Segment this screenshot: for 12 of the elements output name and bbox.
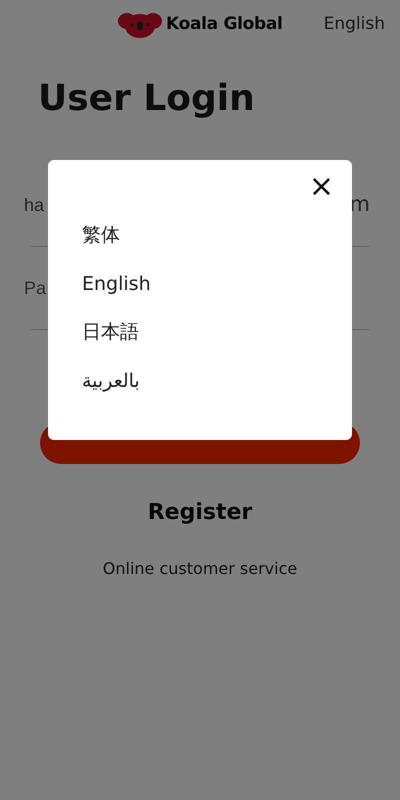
- language-link[interactable]: English: [324, 12, 385, 38]
- language-option[interactable]: 日本語: [82, 319, 139, 345]
- language-option[interactable]: بالعربية: [82, 368, 140, 394]
- language-option[interactable]: 繁体: [82, 222, 120, 248]
- brand-name: Koala Global: [166, 13, 283, 36]
- close-button[interactable]: ×: [306, 172, 336, 202]
- customer-service-link[interactable]: Online customer service: [102, 559, 298, 578]
- page-title: User Login: [38, 77, 256, 121]
- koala-logo-icon: [118, 12, 162, 38]
- register-link[interactable]: Register: [148, 500, 252, 525]
- language-option[interactable]: English: [82, 270, 151, 296]
- password-field[interactable]: Pa: [24, 274, 46, 302]
